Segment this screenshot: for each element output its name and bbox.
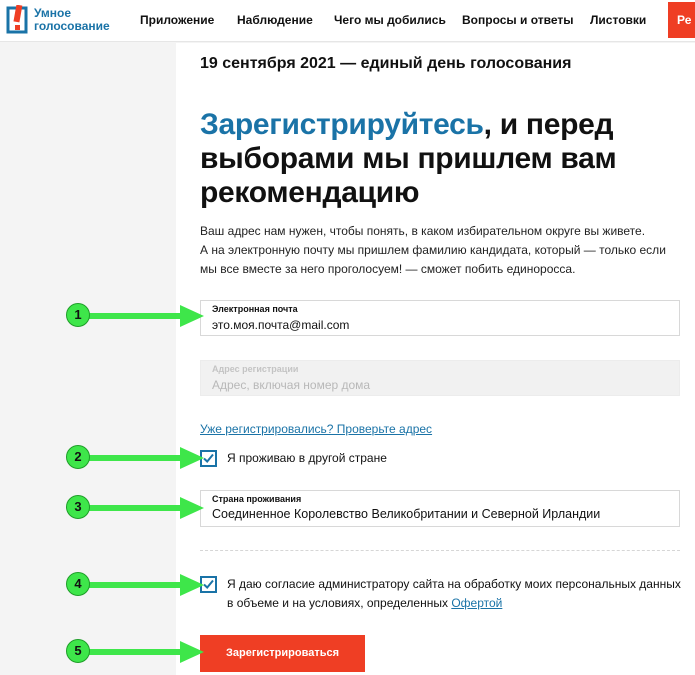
logo-mark-icon — [6, 5, 28, 34]
annotation-marker-1: 1 — [66, 303, 206, 333]
nav-app[interactable]: Приложение — [140, 13, 214, 27]
arrow-right-icon — [86, 447, 204, 469]
annotation-number: 1 — [66, 303, 90, 327]
annotation-marker-3: 3 — [66, 495, 206, 525]
annotation-number: 3 — [66, 495, 90, 519]
arrow-right-icon — [86, 641, 204, 663]
email-label: Электронная почта — [212, 304, 298, 314]
country-label: Страна проживания — [212, 494, 302, 504]
logo-text: Умное голосование — [34, 7, 110, 33]
consent-label: Я даю согласие администратору сайта на о… — [227, 575, 682, 613]
annotation-marker-4: 4 — [66, 572, 206, 602]
nav-faq[interactable]: Вопросы и ответы — [462, 13, 573, 27]
address-field[interactable]: Адрес регистрации Адрес, включая номер д… — [200, 360, 680, 396]
annotation-number: 4 — [66, 572, 90, 596]
abroad-label[interactable]: Я проживаю в другой стране — [227, 449, 387, 468]
register-button[interactable]: Зарегистрироваться — [200, 635, 365, 672]
header-register-button[interactable]: Ре — [668, 2, 695, 38]
logo-line-2: голосование — [34, 19, 110, 33]
address-label: Адрес регистрации — [212, 364, 299, 374]
intro-text: Ваш адрес нам нужен, чтобы понять, в как… — [200, 222, 680, 279]
email-value[interactable]: это.моя.почта@mail.com — [212, 318, 672, 332]
email-field[interactable]: Электронная почта это.моя.почта@mail.com — [200, 300, 680, 336]
nav-leaflets[interactable]: Листовки — [590, 13, 646, 27]
page-title: Зарегистрируйтесь, и перед выборами мы п… — [200, 108, 680, 210]
nav-observation[interactable]: Наблюдение — [237, 13, 313, 27]
offer-link[interactable]: Офертой — [451, 596, 502, 610]
country-field[interactable]: Страна проживания Соединенное Королевств… — [200, 490, 680, 527]
intro-line-1: Ваш адрес нам нужен, чтобы понять, в как… — [200, 224, 646, 238]
check-address-link[interactable]: Уже регистрировались? Проверьте адрес — [200, 422, 432, 436]
election-date: 19 сентября 2021 — единый день голосован… — [200, 55, 572, 72]
address-placeholder[interactable]: Адрес, включая номер дома — [212, 378, 672, 392]
form-divider — [200, 550, 680, 551]
site-logo[interactable]: Умное голосование — [6, 5, 126, 37]
annotation-marker-2: 2 — [66, 445, 206, 475]
annotation-number: 2 — [66, 445, 90, 469]
arrow-right-icon — [86, 574, 204, 596]
title-accent: Зарегистрируйтесь — [200, 108, 484, 141]
arrow-right-icon — [86, 305, 204, 327]
annotation-marker-5: 5 — [66, 639, 206, 669]
annotation-number: 5 — [66, 639, 90, 663]
site-header: Умное голосование Приложение Наблюдение … — [0, 0, 695, 42]
country-value[interactable]: Соединенное Королевство Великобритании и… — [212, 507, 672, 521]
intro-line-2: А на электронную почту мы пришлем фамили… — [200, 243, 666, 276]
arrow-right-icon — [86, 497, 204, 519]
nav-achievements[interactable]: Чего мы добились — [334, 13, 446, 27]
